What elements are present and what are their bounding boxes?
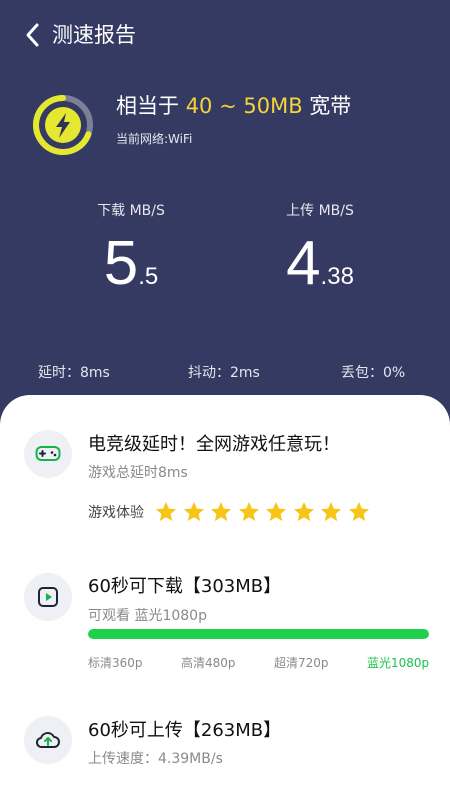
summary-panel: 测速报告 相当于 40 ~ 50MB 宽带 当前网络:WiFi 下载 MB/S …	[0, 0, 450, 430]
star-icon	[292, 500, 316, 524]
star-icon	[264, 500, 288, 524]
back-icon[interactable]	[22, 22, 44, 48]
star-icon	[319, 500, 343, 524]
star-icon	[182, 500, 206, 524]
jitter-metric: 抖动：2ms	[188, 365, 260, 381]
download-value: 5.5	[56, 228, 206, 300]
star-icon	[154, 500, 178, 524]
network-metrics: 延时：8ms 抖动：2ms 丢包：0%	[0, 362, 450, 382]
equiv-suffix: 宽带	[302, 94, 352, 118]
game-title: 电竞级延时！全网游戏任意玩！	[88, 434, 340, 455]
download-capacity-subtitle: 可观看 蓝光1080p	[88, 608, 207, 624]
star-icon	[237, 500, 261, 524]
upload-capacity-title: 60秒可上传【263MB】	[88, 720, 282, 741]
gamepad-icon	[24, 430, 72, 478]
star-icon	[209, 500, 233, 524]
bandwidth-equivalent: 相当于 40 ~ 50MB 宽带	[116, 92, 351, 120]
page-title: 测速报告	[52, 23, 136, 47]
current-network: 当前网络:WiFi	[116, 132, 193, 146]
game-rating-stars	[154, 500, 374, 524]
star-icon	[347, 500, 371, 524]
packet-loss-metric: 丢包：0%	[341, 365, 406, 381]
speed-gauge-icon	[30, 92, 96, 158]
game-rating-label: 游戏体验	[88, 505, 144, 521]
download-speed: 下载 MB/S 5.5	[56, 202, 206, 300]
download-label: 下载 MB/S	[97, 203, 165, 219]
game-latency: 游戏总延时8ms	[88, 465, 188, 481]
quality-level-720p: 超清720p	[274, 656, 329, 670]
download-dec: .5	[138, 263, 159, 290]
upload-int: 4	[286, 229, 321, 298]
latency-metric: 延时：8ms	[38, 365, 110, 381]
upload-speed: 上传 MB/S 4.38	[245, 202, 395, 300]
results-card: 电竞级延时！全网游戏任意玩！ 游戏总延时8ms 游戏体验 60秒可下载【303M…	[0, 395, 450, 800]
video-play-icon	[24, 573, 72, 621]
download-int: 5	[103, 229, 139, 298]
quality-level-480p: 高清480p	[181, 656, 236, 670]
quality-level-360p: 标清360p	[88, 656, 143, 670]
quality-level-1080p: 蓝光1080p	[367, 656, 430, 670]
bandwidth-range: 40 ~ 50MB	[185, 94, 303, 118]
nav-bar: 测速报告	[0, 0, 450, 70]
equiv-prefix: 相当于	[116, 94, 186, 118]
cloud-upload-icon	[24, 716, 72, 764]
upload-value: 4.38	[245, 228, 395, 300]
upload-label: 上传 MB/S	[286, 203, 354, 219]
upload-speed-subtitle: 上传速度：4.39MB/s	[88, 751, 223, 767]
upload-dec: .38	[320, 263, 354, 290]
quality-progress-bar	[88, 629, 429, 639]
quality-progress-fill	[88, 629, 429, 639]
download-capacity-title: 60秒可下载【303MB】	[88, 576, 282, 597]
